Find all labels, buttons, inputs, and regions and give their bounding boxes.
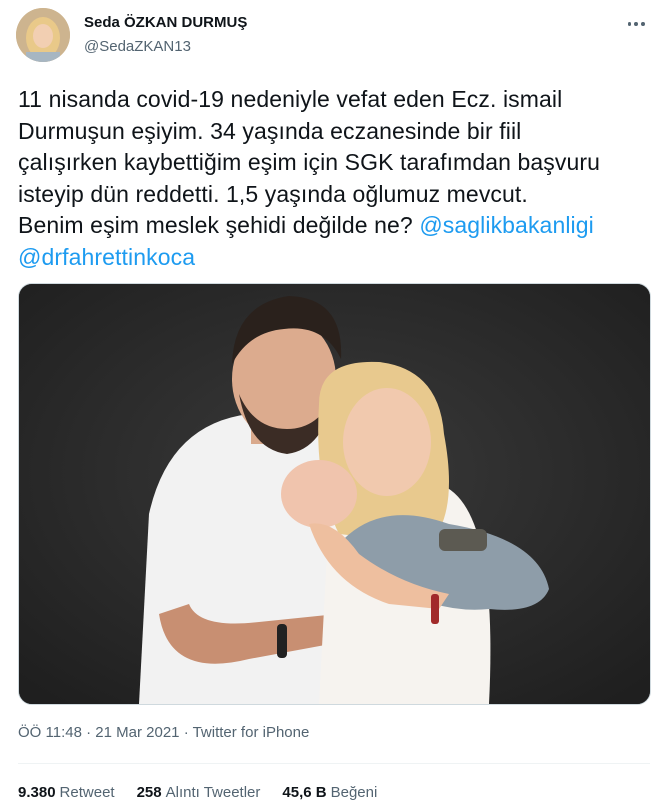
- tweet-stats: 9.380 Retweet 258 Alıntı Tweetler 45,6 B Be…: [18, 784, 377, 801]
- retweets-label: Retweet: [59, 784, 115, 801]
- mention-link[interactable]: @drfahrettinkoca: [18, 244, 195, 270]
- likes-label: Beğeni: [330, 784, 378, 801]
- divider: [18, 763, 650, 764]
- author-name[interactable]: Seda ÖZKAN DURMUŞ: [84, 14, 247, 31]
- more-horizontal-icon[interactable]: [626, 14, 646, 34]
- tweet-text-line: @drfahrettinkoca: [18, 242, 658, 274]
- likes-stat[interactable]: 45,6 B Beğeni: [282, 784, 377, 801]
- tweet-text-line: Durmuşun eşiyim. 34 yaşında eczanesinde …: [18, 117, 522, 144]
- avatar[interactable]: [16, 8, 70, 62]
- meta-separator: ·: [183, 724, 189, 741]
- tweet-text-line: çalışırken kaybettiğim eşim için SGK tar…: [18, 149, 601, 175]
- meta-separator: ·: [86, 724, 92, 741]
- tweet-text-line: isteyip dün reddetti. 1,5 yaşında oğlumu…: [18, 180, 528, 207]
- likes-count: 45,6 B: [282, 784, 327, 801]
- tweet-text-fragment: Benim eşim meslek şehidi değilde ne?: [18, 212, 413, 238]
- tweet-photo[interactable]: [18, 283, 651, 705]
- tweet-time[interactable]: ÖÖ 11:48: [18, 724, 82, 741]
- tweet-text-line: Benim eşim meslek şehidi değilde ne? @sa…: [18, 210, 658, 242]
- tweet: Seda ÖZKAN DURMUŞ @SedaZKAN13 11 nisanda…: [0, 0, 668, 809]
- tweet-meta: ÖÖ 11:48 · 21 Mar 2021 · Twitter for iPh…: [18, 724, 309, 741]
- tweet-source[interactable]: Twitter for iPhone: [193, 724, 310, 741]
- mention-link[interactable]: @saglikbakanligi: [419, 212, 594, 238]
- tweet-text-line: 11 nisanda covid-19 nedeniyle vefat eden…: [18, 86, 563, 112]
- quotes-stat[interactable]: 258 Alıntı Tweetler: [137, 784, 261, 801]
- retweets-count: 9.380: [18, 784, 56, 801]
- tweet-date[interactable]: 21 Mar 2021: [95, 724, 179, 741]
- quotes-label: Alıntı Tweetler: [165, 784, 261, 801]
- retweets-stat[interactable]: 9.380 Retweet: [18, 784, 115, 801]
- author-handle[interactable]: @SedaZKAN13: [84, 38, 191, 55]
- quotes-count: 258: [136, 784, 162, 801]
- tweet-text: 11 nisanda covid-19 nedeniyle vefat eden…: [18, 84, 658, 273]
